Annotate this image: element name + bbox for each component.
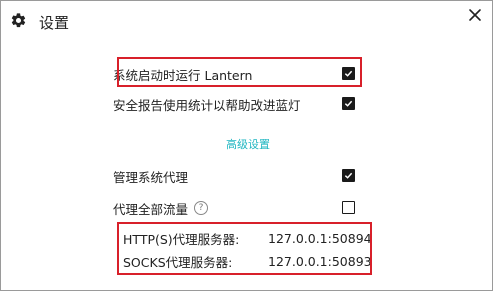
close-icon[interactable] — [467, 7, 483, 23]
checkmark-icon — [344, 70, 353, 77]
setting-label: 管理系统代理 — [113, 169, 189, 185]
setting-report-usage[interactable]: 安全报告使用统计以帮助改进蓝灯 — [113, 91, 360, 117]
socks-proxy-value: 127.0.0.1:50893 — [268, 253, 372, 269]
http-proxy-label: HTTP(S)代理服务器: — [123, 231, 240, 247]
advanced-settings-link[interactable]: 高级设置 — [226, 136, 270, 152]
socks-proxy-label: SOCKS代理服务器: — [123, 254, 233, 270]
run-on-startup-checkbox[interactable] — [342, 67, 355, 80]
setting-label: 代理全部流量 ? — [113, 199, 360, 218]
setting-label-text: 代理全部流量 — [113, 201, 189, 217]
dialog-title: 设置 — [39, 14, 70, 32]
settings-dialog: 设置 系统启动时运行 Lantern 安全报告使用统计以帮助改进蓝灯 高级设置 … — [0, 0, 493, 291]
gear-icon — [11, 13, 26, 28]
setting-manage-system-proxy[interactable]: 管理系统代理 — [113, 163, 360, 189]
report-usage-checkbox[interactable] — [342, 97, 355, 110]
help-icon[interactable]: ? — [194, 201, 209, 215]
checkmark-icon — [344, 172, 353, 179]
checkmark-icon — [344, 100, 353, 107]
setting-run-on-startup[interactable]: 系统启动时运行 Lantern — [113, 61, 360, 87]
http-proxy-row: HTTP(S)代理服务器: 127.0.0.1:50894 — [123, 228, 372, 248]
proxy-all-traffic-checkbox[interactable] — [342, 201, 355, 214]
http-proxy-value: 127.0.0.1:50894 — [268, 230, 372, 246]
manage-system-proxy-checkbox[interactable] — [342, 169, 355, 182]
setting-proxy-all-traffic[interactable]: 代理全部流量 ? — [113, 195, 360, 221]
socks-proxy-row: SOCKS代理服务器: 127.0.0.1:50893 — [123, 251, 372, 271]
setting-label: 安全报告使用统计以帮助改进蓝灯 — [113, 97, 301, 113]
setting-label: 系统启动时运行 Lantern — [113, 67, 253, 83]
